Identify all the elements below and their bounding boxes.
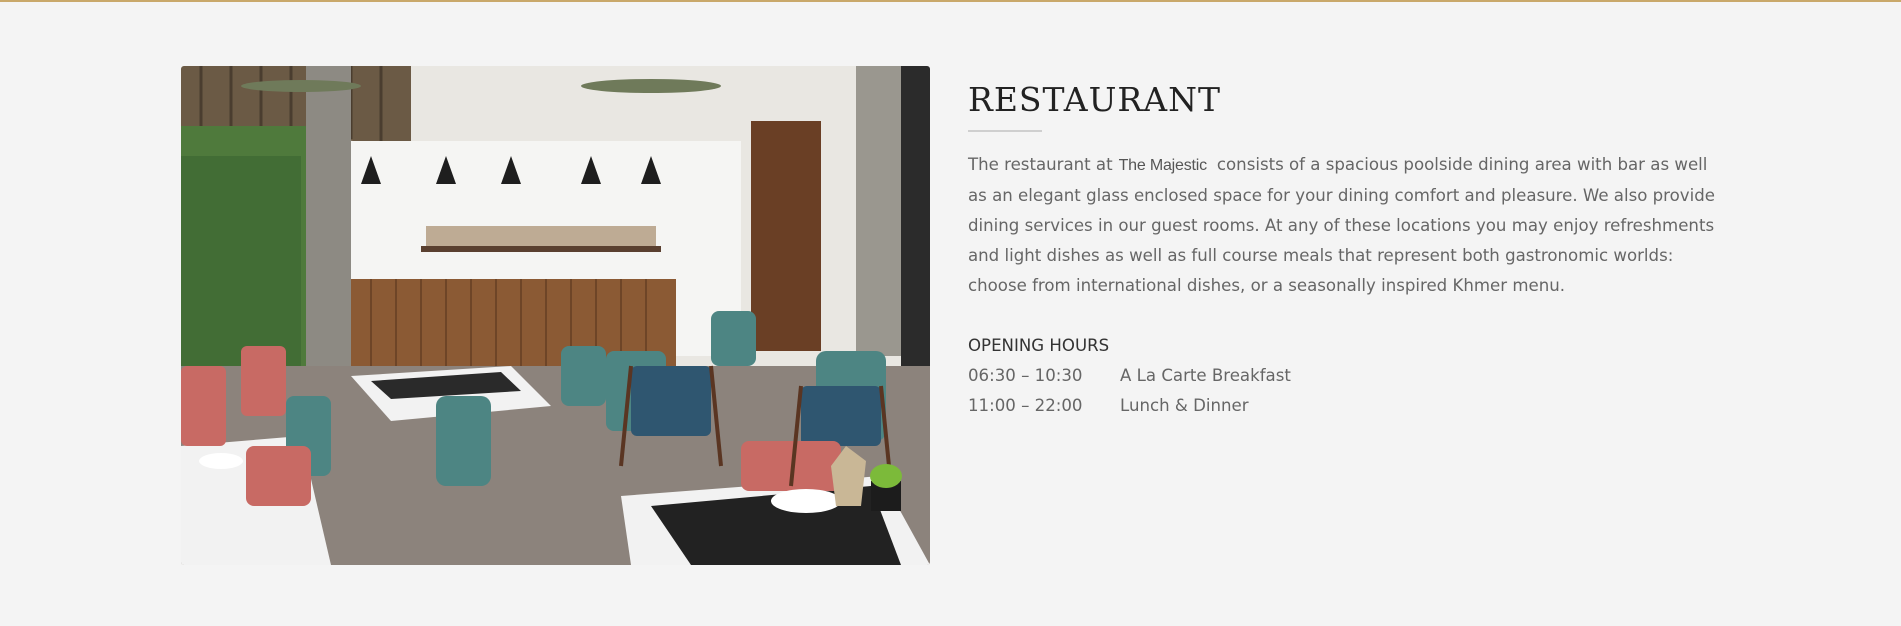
- brand-logo: The Majestic: [1118, 157, 1207, 174]
- section-title: RESTAURANT: [968, 80, 1221, 119]
- hours-row: 11:00 – 22:00 Lunch & Dinner: [968, 391, 1728, 421]
- hours-label: Lunch & Dinner: [1120, 396, 1249, 415]
- description-intro: The restaurant at: [968, 155, 1113, 174]
- description-body: consists of a spacious poolside dining a…: [968, 155, 1715, 295]
- section-description: The restaurant at The Majestic consists of…: [968, 150, 1728, 301]
- hours-time: 06:30 – 10:30: [968, 366, 1083, 385]
- hours-label: A La Carte Breakfast: [1120, 366, 1291, 385]
- opening-hours-title: OPENING HOURS: [968, 336, 1110, 355]
- restaurant-section: RESTAURANT The restaurant at The Majestic…: [968, 78, 1728, 421]
- title-divider: [968, 130, 1042, 132]
- hours-time: 11:00 – 22:00: [968, 396, 1083, 415]
- hours-row: 06:30 – 10:30 A La Carte Breakfast: [968, 361, 1728, 391]
- restaurant-photo: [181, 66, 930, 565]
- top-accent-rule: [0, 0, 1901, 2]
